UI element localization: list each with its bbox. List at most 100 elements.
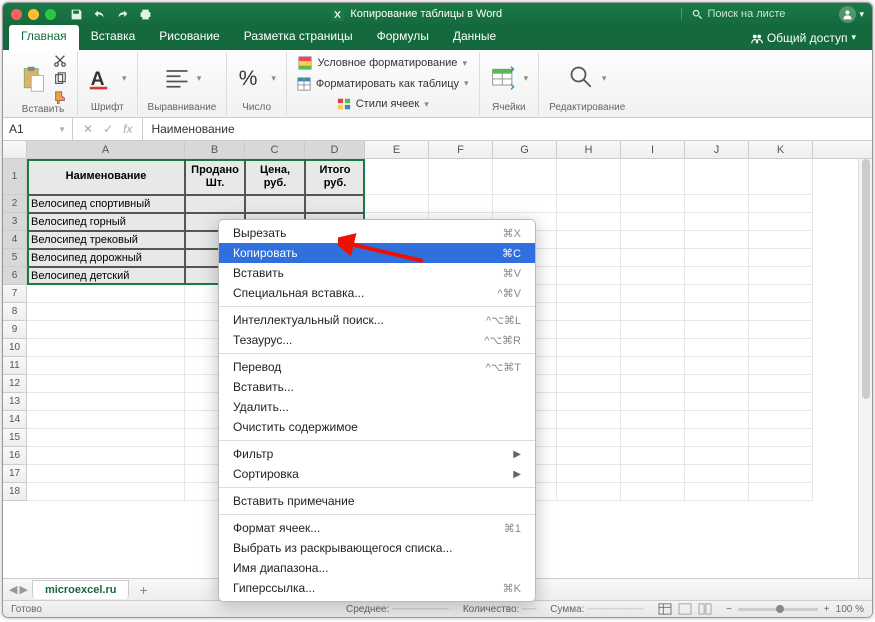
context-menu-item[interactable]: Фильтр▶ <box>219 444 535 464</box>
cell[interactable] <box>621 357 685 375</box>
column-header-K[interactable]: K <box>749 141 813 158</box>
print-icon[interactable] <box>139 8 152 21</box>
cell[interactable] <box>685 231 749 249</box>
cell[interactable] <box>557 195 621 213</box>
cell[interactable] <box>749 393 813 411</box>
cell-styles-button[interactable]: Стили ячеек▾ <box>337 95 429 113</box>
row-header[interactable]: 18 <box>3 483 27 501</box>
row-header[interactable]: 17 <box>3 465 27 483</box>
cell[interactable] <box>749 195 813 213</box>
cell[interactable] <box>621 411 685 429</box>
cell[interactable] <box>557 447 621 465</box>
tab-data[interactable]: Данные <box>441 25 508 50</box>
cell[interactable] <box>621 213 685 231</box>
view-pagebreak-icon[interactable] <box>698 603 712 615</box>
cell[interactable] <box>27 339 185 357</box>
cell[interactable] <box>685 429 749 447</box>
cell[interactable] <box>557 465 621 483</box>
cell[interactable] <box>621 303 685 321</box>
cell[interactable] <box>685 393 749 411</box>
row-header[interactable]: 13 <box>3 393 27 411</box>
context-menu-item[interactable]: Вставить... <box>219 377 535 397</box>
context-menu-item[interactable]: Копировать⌘C <box>219 243 535 263</box>
redo-icon[interactable] <box>116 8 129 21</box>
cell[interactable] <box>185 195 245 213</box>
undo-icon[interactable] <box>93 8 106 21</box>
cell[interactable] <box>685 321 749 339</box>
context-menu-item[interactable]: Перевод^⌥⌘T <box>219 357 535 377</box>
tab-draw[interactable]: Рисование <box>147 25 231 50</box>
cell[interactable] <box>27 285 185 303</box>
copy-icon[interactable] <box>53 72 67 86</box>
add-sheet-button[interactable]: + <box>133 582 153 598</box>
cell[interactable] <box>749 357 813 375</box>
sheet-tab-active[interactable]: microexcel.ru <box>32 580 130 599</box>
cell[interactable]: Велосипед горный <box>27 213 185 231</box>
context-menu-item[interactable]: Сортировка▶ <box>219 464 535 484</box>
cell[interactable] <box>749 231 813 249</box>
cell[interactable]: Итого руб. <box>305 159 365 195</box>
cell[interactable] <box>429 195 493 213</box>
cell[interactable] <box>621 339 685 357</box>
conditional-formatting-button[interactable]: Условное форматирование▾ <box>298 54 466 72</box>
context-menu-item[interactable]: Удалить... <box>219 397 535 417</box>
search-box[interactable]: Поиск на листе <box>681 8 831 20</box>
row-header[interactable]: 4 <box>3 231 27 249</box>
cell[interactable] <box>621 483 685 501</box>
font-button[interactable]: A ▾ <box>88 54 127 102</box>
cell[interactable] <box>557 483 621 501</box>
cell[interactable] <box>365 159 429 195</box>
context-menu-item[interactable]: Тезаурус...^⌥⌘R <box>219 330 535 350</box>
context-menu-item[interactable]: Гиперссылка...⌘K <box>219 578 535 598</box>
cell[interactable] <box>557 249 621 267</box>
cell[interactable] <box>557 321 621 339</box>
cell[interactable] <box>749 213 813 231</box>
number-button[interactable]: % ▾ <box>237 54 276 102</box>
cell[interactable] <box>27 321 185 339</box>
cell[interactable] <box>685 213 749 231</box>
context-menu-item[interactable]: Имя диапазона... <box>219 558 535 578</box>
cell[interactable] <box>621 249 685 267</box>
context-menu-item[interactable]: Специальная вставка...^⌘V <box>219 283 535 303</box>
cell[interactable] <box>27 483 185 501</box>
cell[interactable] <box>621 285 685 303</box>
confirm-formula-button[interactable]: ✓ <box>103 122 113 136</box>
cell[interactable] <box>557 267 621 285</box>
cell[interactable] <box>493 159 557 195</box>
cell[interactable] <box>429 159 493 195</box>
row-header[interactable]: 9 <box>3 321 27 339</box>
row-header[interactable]: 5 <box>3 249 27 267</box>
cell[interactable] <box>749 465 813 483</box>
cell[interactable] <box>493 195 557 213</box>
tab-home[interactable]: Главная <box>9 25 79 50</box>
sheet-nav-next[interactable]: ▶ <box>19 583 27 596</box>
cell[interactable] <box>557 375 621 393</box>
column-header-I[interactable]: I <box>621 141 685 158</box>
cell[interactable] <box>621 159 685 195</box>
column-header-J[interactable]: J <box>685 141 749 158</box>
cell[interactable] <box>621 195 685 213</box>
cell[interactable] <box>557 303 621 321</box>
cell[interactable] <box>749 321 813 339</box>
row-header[interactable]: 2 <box>3 195 27 213</box>
cell[interactable] <box>27 303 185 321</box>
cell[interactable] <box>557 213 621 231</box>
cell[interactable] <box>621 231 685 249</box>
cell[interactable] <box>685 357 749 375</box>
cell[interactable] <box>749 285 813 303</box>
context-menu-item[interactable]: Выбрать из раскрывающегося списка... <box>219 538 535 558</box>
align-button[interactable]: ▾ <box>163 54 202 102</box>
window-maximize-button[interactable] <box>45 9 56 20</box>
cell[interactable] <box>621 429 685 447</box>
cell[interactable] <box>557 159 621 195</box>
cell[interactable] <box>685 339 749 357</box>
vertical-scrollbar[interactable] <box>858 159 872 585</box>
column-header-A[interactable]: A <box>27 141 185 158</box>
tab-formulas[interactable]: Формулы <box>365 25 441 50</box>
cell[interactable] <box>27 393 185 411</box>
cell[interactable] <box>685 447 749 465</box>
view-layout-icon[interactable] <box>678 603 692 615</box>
cell[interactable] <box>621 375 685 393</box>
context-menu-item[interactable]: Очистить содержимое <box>219 417 535 437</box>
cell[interactable] <box>685 411 749 429</box>
